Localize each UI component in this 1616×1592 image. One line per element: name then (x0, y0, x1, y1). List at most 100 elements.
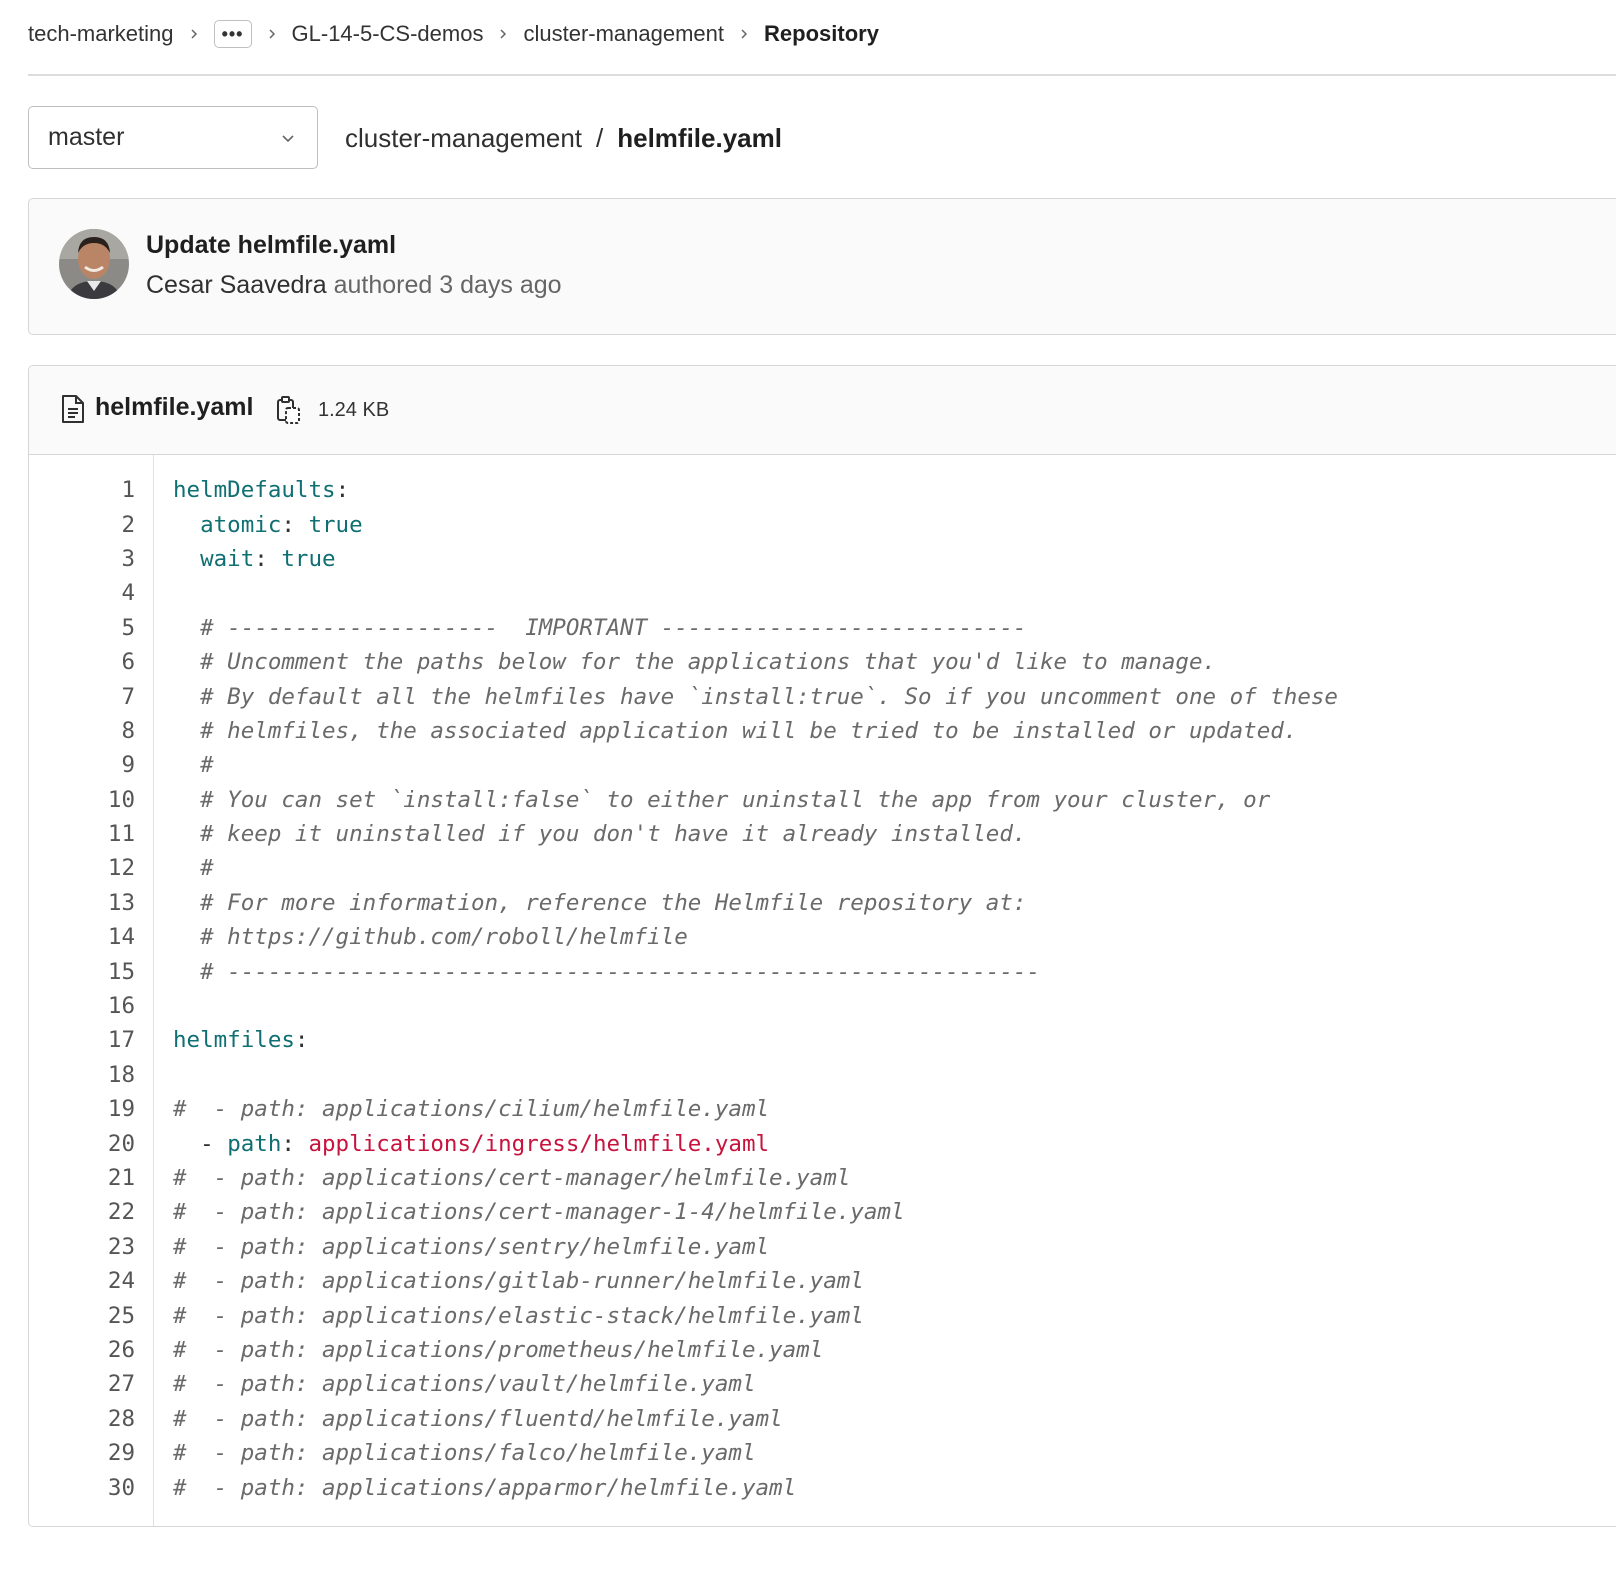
code-text: # - path: applications/cert-manager/helm… (135, 1165, 850, 1191)
line-number[interactable]: 10 (29, 787, 135, 813)
code-line: 2 atomic: true (29, 507, 1616, 541)
file-header: helmfile.yaml 1.24 KB (29, 366, 1616, 455)
code-token: # - path: applications/elastic-stack/hel… (173, 1302, 864, 1329)
line-number[interactable]: 16 (29, 993, 135, 1019)
code-token: path (227, 1130, 282, 1157)
code-line: 29 # - path: applications/falco/helmfile.… (29, 1436, 1616, 1470)
line-number[interactable]: 4 (29, 580, 135, 606)
line-number[interactable]: 17 (29, 1027, 135, 1053)
code-text: # - path: applications/fluentd/helmfile.… (135, 1406, 783, 1432)
code-token: atomic (200, 511, 282, 538)
code-token: # keep it uninstalled if you don't have … (173, 821, 1027, 848)
chevron-right-icon (266, 28, 278, 40)
code-token: : (335, 477, 350, 504)
breadcrumb-tech-marketing[interactable]: tech-marketing (28, 21, 174, 47)
line-number[interactable]: 22 (29, 1199, 135, 1225)
commit-title[interactable]: Update helmfile.yaml (146, 231, 396, 260)
code-line: 21 # - path: applications/cert-manager/he… (29, 1161, 1616, 1195)
path-repo-link[interactable]: cluster-management (345, 123, 582, 154)
commit-author-link[interactable]: Cesar Saavedra (146, 271, 327, 299)
code-token: # - path: applications/prometheus/helmfi… (173, 1336, 824, 1363)
code-token: # https://github.com/roboll/helmfile (173, 924, 688, 951)
code-token: helmDefaults (173, 477, 336, 504)
file-icon (62, 395, 84, 423)
breadcrumb-cluster-management[interactable]: cluster-management (523, 21, 724, 47)
code-text: # Uncomment the paths below for the appl… (135, 649, 1216, 675)
code-text: # - path: applications/gitlab-runner/hel… (135, 1268, 864, 1294)
line-number[interactable]: 26 (29, 1337, 135, 1363)
breadcrumb-gl-14-5-cs-demos[interactable]: GL-14-5-CS-demos (292, 21, 484, 47)
copy-icon[interactable] (276, 395, 302, 425)
line-number[interactable]: 5 (29, 615, 135, 641)
code-line: 24 # - path: applications/gitlab-runner/h… (29, 1264, 1616, 1298)
code-line: 20 - path: applications/ingress/helmfile… (29, 1126, 1616, 1160)
code-line: 19 # - path: applications/cilium/helmfile… (29, 1092, 1616, 1126)
line-number[interactable]: 9 (29, 752, 135, 778)
line-number[interactable]: 3 (29, 546, 135, 572)
line-number[interactable]: 28 (29, 1406, 135, 1432)
code-token: # By default all the helmfiles have `ins… (173, 683, 1338, 710)
breadcrumb-ellipsis-button[interactable]: ••• (213, 20, 252, 48)
code-line: 16 (29, 989, 1616, 1023)
line-number[interactable]: 7 (29, 684, 135, 710)
code-line: 27 # - path: applications/vault/helmfile.… (29, 1367, 1616, 1401)
code-token: # --------------------------------------… (173, 958, 1040, 985)
code-token: # - path: applications/gitlab-runner/hel… (173, 1268, 864, 1295)
path-separator: / (596, 122, 604, 153)
code-token: # -------------------- IMPORTANT -------… (173, 614, 1027, 641)
line-number[interactable]: 25 (29, 1303, 135, 1329)
line-number[interactable]: 1 (29, 477, 135, 503)
code-token: # - path: applications/vault/helmfile.ya… (173, 1371, 756, 1398)
code-line: 18 (29, 1058, 1616, 1092)
line-number[interactable]: 18 (29, 1062, 135, 1088)
avatar[interactable] (59, 229, 129, 299)
code-token: # helmfiles, the associated application … (173, 717, 1298, 744)
breadcrumb-repository[interactable]: Repository (764, 21, 879, 47)
branch-dropdown[interactable]: master (28, 106, 318, 169)
line-number[interactable]: 13 (29, 890, 135, 916)
chevron-right-icon (188, 28, 200, 40)
code-token: # - path: applications/falco/helmfile.ya… (173, 1440, 756, 1467)
code-line: 8 # helmfiles, the associated applicatio… (29, 714, 1616, 748)
code-token: : (281, 1130, 309, 1157)
code-token: # - path: applications/cert-manager/helm… (173, 1165, 851, 1191)
code-line: 3 wait: true (29, 542, 1616, 576)
code-text: # https://github.com/roboll/helmfile (135, 924, 688, 950)
code-line: 1 helmDefaults: (29, 473, 1616, 507)
line-number[interactable]: 24 (29, 1268, 135, 1294)
line-number[interactable]: 14 (29, 924, 135, 950)
line-number[interactable]: 21 (29, 1165, 135, 1191)
code-line: 22 # - path: applications/cert-manager-1-… (29, 1195, 1616, 1229)
commit-authored-time: authored 3 days ago (333, 271, 562, 299)
line-number[interactable]: 30 (29, 1475, 135, 1501)
code-text: # - path: applications/prometheus/helmfi… (135, 1337, 823, 1363)
code-token: helmfiles (173, 1027, 295, 1054)
line-number[interactable]: 2 (29, 512, 135, 538)
line-number[interactable]: 20 (29, 1131, 135, 1157)
code-area[interactable]: 1 helmDefaults: 2 atomic: true 3 wait: true… (29, 455, 1616, 1526)
line-number[interactable]: 23 (29, 1234, 135, 1260)
code-token: applications/ingress/helmfile.yaml (308, 1130, 770, 1157)
code-line: 9 # (29, 748, 1616, 782)
code-text: wait: true (135, 546, 335, 572)
line-number[interactable]: 29 (29, 1440, 135, 1466)
code-line: 17 helmfiles: (29, 1023, 1616, 1057)
line-number[interactable]: 6 (29, 649, 135, 675)
code-line: 25 # - path: applications/elastic-stack/h… (29, 1298, 1616, 1332)
line-number[interactable]: 12 (29, 855, 135, 881)
branch-dropdown-value: master (48, 123, 125, 151)
line-number[interactable]: 15 (29, 959, 135, 985)
code-line: 4 (29, 576, 1616, 610)
code-token: : (281, 511, 309, 538)
code-text: # -------------------- IMPORTANT -------… (135, 615, 1026, 641)
path-file-name: helmfile.yaml (617, 122, 782, 153)
chevron-right-icon (738, 28, 750, 40)
top-divider (28, 74, 1616, 76)
file-size: 1.24 KB (318, 399, 390, 421)
file-name: helmfile.yaml (95, 393, 254, 421)
line-number[interactable]: 27 (29, 1371, 135, 1397)
line-number[interactable]: 19 (29, 1096, 135, 1122)
line-number[interactable]: 11 (29, 821, 135, 847)
line-number[interactable]: 8 (29, 718, 135, 744)
